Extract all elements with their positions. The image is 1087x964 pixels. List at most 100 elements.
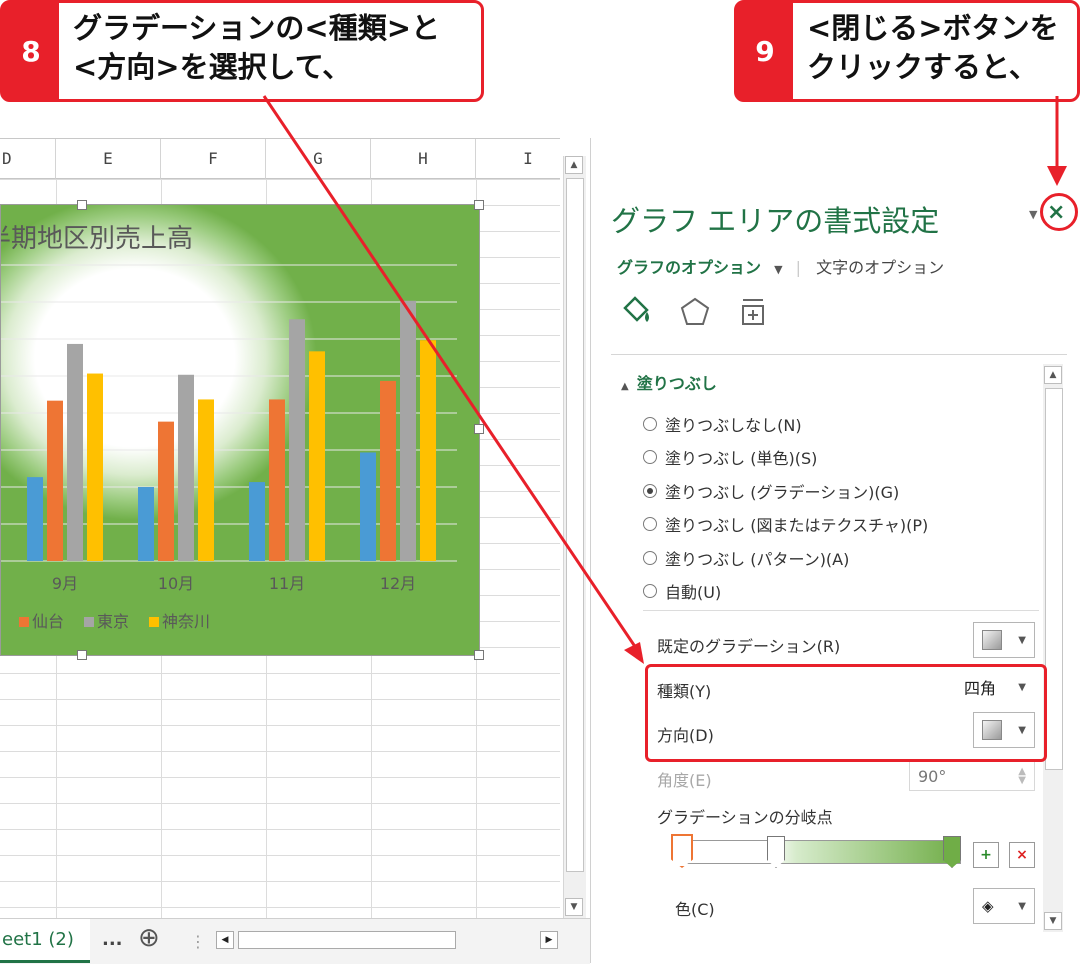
chart-bar[interactable] [87, 373, 103, 561]
column-header-g[interactable]: G [266, 139, 371, 179]
chart-bar[interactable] [309, 351, 325, 561]
hscroll-right-icon[interactable]: ▶ [540, 931, 558, 949]
radio-option-picture-fill[interactable]: 塗りつぶし (図またはテクスチャ)(P) [643, 512, 928, 536]
radio-option-gradient-fill[interactable]: 塗りつぶし (グラデーション)(G) [643, 479, 899, 503]
radio-button-selected[interactable] [643, 484, 657, 498]
chart-bar[interactable] [158, 421, 174, 561]
radio-label: 塗りつぶし (図またはテクスチャ)(P) [665, 516, 929, 535]
column-header-i[interactable]: I [476, 139, 560, 179]
pane-scrollbar[interactable]: ▲ ▼ [1043, 364, 1063, 932]
gradient-stops-bar[interactable] [677, 840, 961, 864]
scroll-thumb[interactable] [566, 178, 584, 872]
chart-bar[interactable] [380, 380, 396, 561]
paint-bucket-icon: ◈ [982, 897, 994, 915]
callout-step-9: 9 <閉じる>ボタンを クリックすると、 [734, 0, 1080, 102]
pane-tabs: グラフのオプション ▼ | 文字のオプション [617, 258, 945, 277]
radio-label: 塗りつぶし (グラデーション)(G) [665, 483, 900, 502]
legend-label: 仙台 [32, 612, 64, 631]
legend-label: 東京 [97, 612, 129, 631]
tab-graph-options-chevron-icon[interactable]: ▼ [774, 263, 782, 276]
angle-spinner: 90° ▲ ▼ [909, 761, 1035, 791]
radio-button[interactable] [643, 417, 657, 431]
preset-gradient-label: 既定のグラデーション(R) [657, 637, 841, 656]
remove-stop-icon[interactable]: × [1009, 842, 1035, 868]
preset-gradient-dropdown[interactable]: ▼ [973, 622, 1035, 658]
radio-option-no-fill[interactable]: 塗りつぶしなし(N) [643, 412, 802, 436]
fill-line-icon[interactable] [617, 294, 653, 330]
size-properties-icon[interactable] [737, 296, 769, 328]
highlight-box [645, 664, 1047, 762]
chart-bar[interactable] [178, 374, 194, 561]
column-header-d[interactable]: D [0, 139, 56, 179]
chevron-down-icon: ▼ [1018, 634, 1026, 646]
radio-label: 自動(U) [665, 583, 722, 602]
angle-label: 角度(E) [657, 771, 712, 790]
chart-bar[interactable] [360, 452, 376, 561]
chevron-down-icon: ▼ [1018, 900, 1026, 912]
add-sheet-icon[interactable]: ⊕ [138, 923, 160, 953]
hscroll-left-icon[interactable]: ◀ [216, 931, 234, 949]
chart-bar[interactable] [67, 343, 83, 561]
chart-bar[interactable] [27, 477, 43, 561]
chart-bar[interactable] [198, 399, 214, 561]
radio-button[interactable] [643, 584, 657, 598]
hscroll-thumb[interactable] [238, 931, 456, 949]
chart-bar[interactable] [249, 482, 265, 561]
column-header-h[interactable]: H [371, 139, 476, 179]
callout-step-8: 8 グラデーションの<種類>と <方向>を選択して、 [0, 0, 484, 102]
radio-button[interactable] [643, 450, 657, 464]
tab-text-options[interactable]: 文字のオプション [816, 258, 944, 277]
chart-resize-handle[interactable] [474, 200, 484, 210]
callout-number: 8 [3, 3, 59, 99]
chart-area[interactable]: 半期地区別売上高 9月 10月 11月 12月 仙台 東京 神奈川 [0, 204, 480, 656]
radio-label: 塗りつぶし (パターン)(A) [665, 550, 850, 569]
x-tick-label: 9月 [52, 574, 78, 593]
chart-resize-handle[interactable] [77, 650, 87, 660]
x-tick-label: 11月 [269, 574, 305, 593]
radio-button[interactable] [643, 517, 657, 531]
pane-scroll-up-icon[interactable]: ▲ [1044, 366, 1062, 384]
color-picker-dropdown[interactable]: ◈ ▼ [973, 888, 1035, 924]
pane-scroll-thumb[interactable] [1045, 388, 1063, 770]
chart-bar[interactable] [289, 319, 305, 561]
chart-bar[interactable] [420, 340, 436, 561]
chart-title: 半期地区別売上高 [1, 224, 193, 254]
chart-resize-handle[interactable] [474, 424, 484, 434]
chart-bar[interactable] [47, 400, 63, 561]
sheet-vertical-scrollbar[interactable]: ▲ ▼ [563, 156, 586, 918]
radio-button[interactable] [643, 551, 657, 565]
chart-resize-handle[interactable] [77, 200, 87, 210]
radio-option-pattern-fill[interactable]: 塗りつぶし (パターン)(A) [643, 546, 849, 570]
chart-bar[interactable] [138, 487, 154, 561]
callout-text: <閉じる>ボタンを クリックすると、 [807, 11, 1059, 84]
column-header-e[interactable]: E [56, 139, 161, 179]
legend-label: 神奈川 [162, 612, 210, 631]
chart-bar[interactable] [269, 399, 285, 561]
collapse-triangle-icon: ▲ [621, 381, 629, 392]
effects-icon[interactable] [679, 296, 711, 328]
callout-text: グラデーションの<種類>と <方向>を選択して、 [73, 11, 441, 84]
radio-label: 塗りつぶしなし(N) [665, 416, 802, 435]
legend-swatch [19, 617, 29, 627]
chart-resize-handle[interactable] [474, 650, 484, 660]
column-header-f[interactable]: F [161, 139, 266, 179]
scroll-up-icon[interactable]: ▲ [565, 156, 583, 174]
section-fill-header[interactable]: ▲ 塗りつぶし [621, 370, 717, 394]
chart-bar[interactable] [400, 300, 416, 561]
tab-graph-options[interactable]: グラフのオプション [617, 258, 761, 277]
scroll-down-icon[interactable]: ▼ [565, 898, 583, 916]
radio-option-automatic[interactable]: 自動(U) [643, 579, 721, 603]
color-label: 色(C) [675, 900, 715, 919]
add-stop-icon[interactable]: + [973, 842, 999, 868]
sheet-tab-active[interactable]: eet1 (2) [0, 919, 90, 963]
pane-scroll-down-icon[interactable]: ▼ [1044, 912, 1062, 930]
close-highlight-circle [1040, 193, 1078, 231]
callout-number: 9 [737, 3, 793, 99]
radio-option-solid-fill[interactable]: 塗りつぶし (単色)(S) [643, 445, 817, 469]
more-sheets-button[interactable]: ... [102, 929, 123, 950]
pane-options-chevron-icon[interactable]: ▼ [1029, 208, 1037, 221]
pane-title: グラフ エリアの書式設定 [611, 204, 940, 238]
tab-splitter-icon[interactable]: ⋮ [190, 932, 206, 951]
options-divider [643, 610, 1039, 611]
legend-swatch [149, 617, 159, 627]
